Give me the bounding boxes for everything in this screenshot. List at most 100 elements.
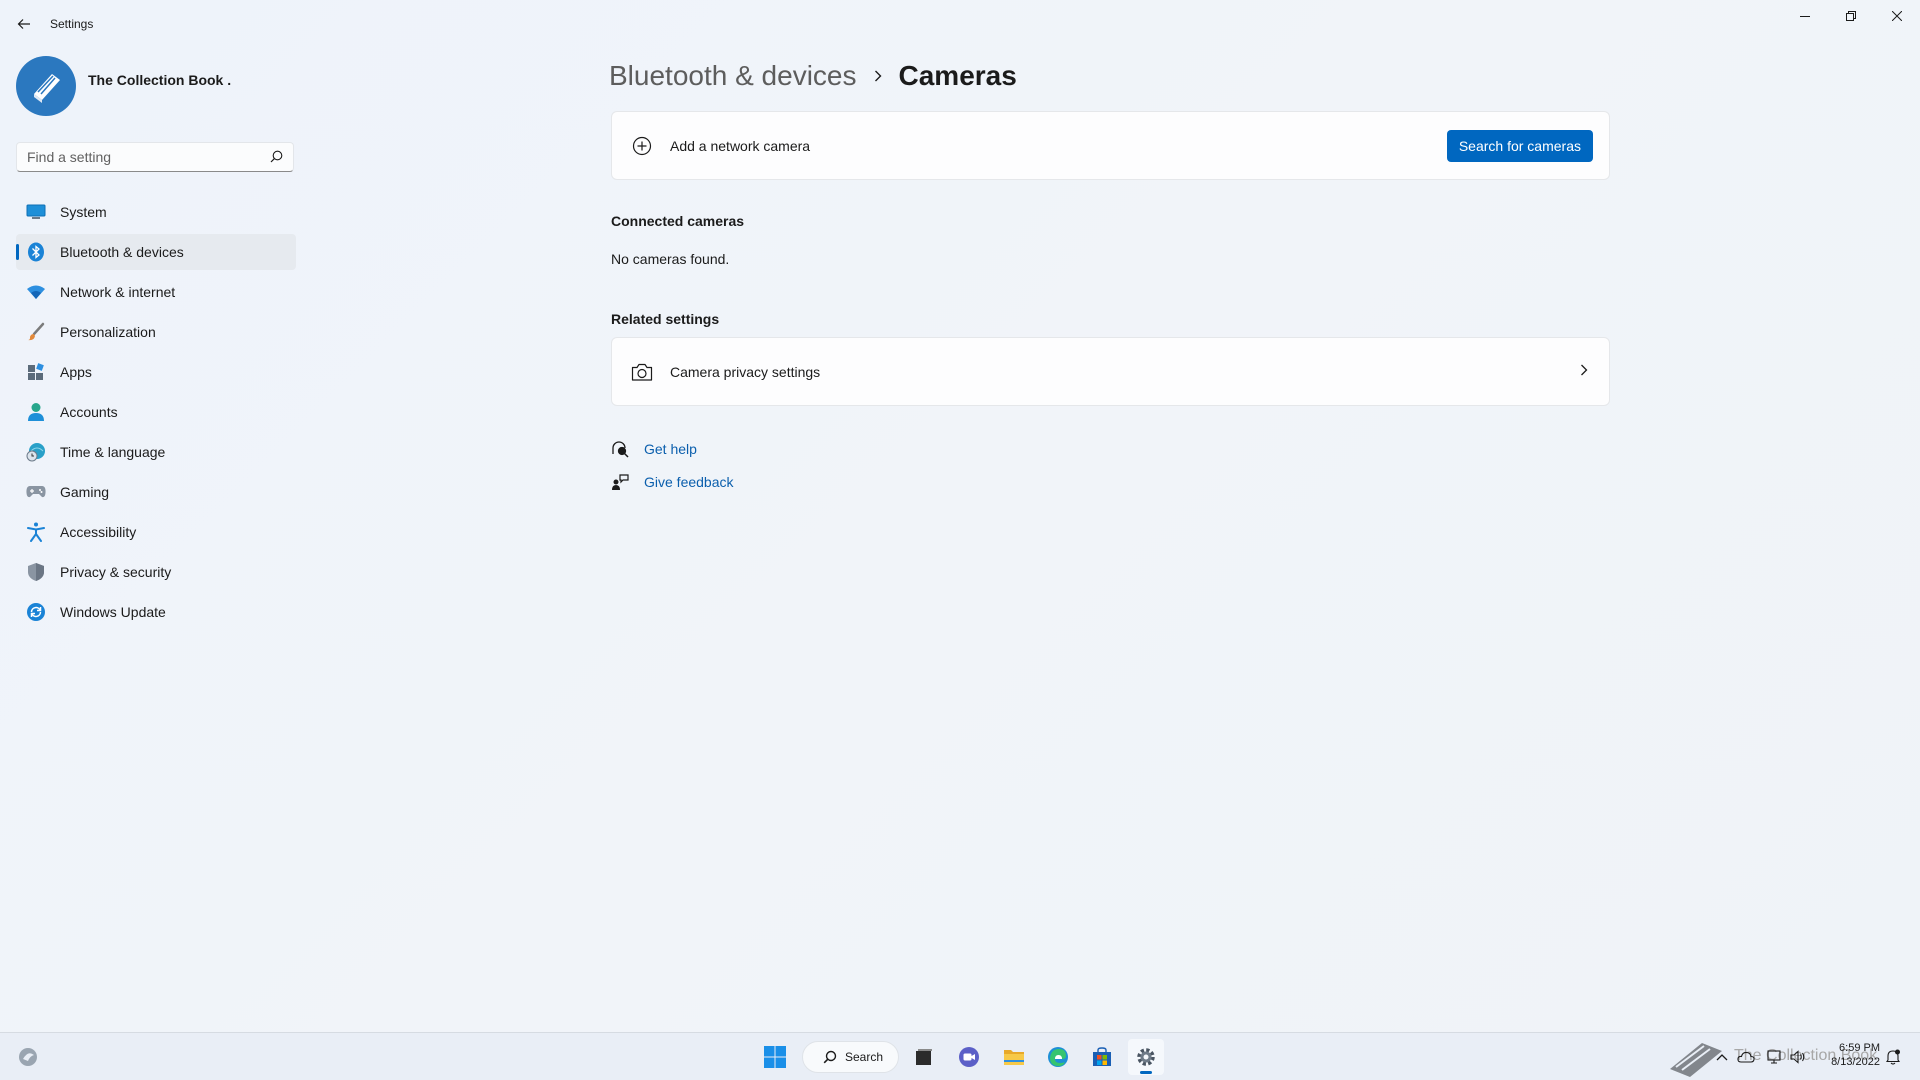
accessibility-icon [26,522,46,542]
sidebar-item-label: Personalization [60,324,156,340]
sidebar-item-network-internet[interactable]: Network & internet [16,274,296,310]
chevron-right-icon [873,69,883,83]
start-button[interactable] [757,1039,793,1075]
sidebar-item-label: Network & internet [60,284,176,300]
camera-privacy-settings-label: Camera privacy settings [670,363,821,380]
sidebar-item-windows-update[interactable]: Windows Update [16,594,296,630]
sidebar-item-personalization[interactable]: Personalization [16,314,296,350]
sidebar-item-accounts[interactable]: Accounts [16,394,296,430]
add-network-camera-card: Add a network camera Search for cameras [611,111,1610,180]
cloud-icon [1737,1051,1755,1063]
sidebar-item-time-language[interactable]: Time & language [16,434,296,470]
help-icon [611,440,629,458]
onedrive-button[interactable] [1736,1047,1756,1067]
chat-button[interactable] [951,1039,987,1075]
sidebar-item-label: Bluetooth & devices [60,244,184,260]
chevron-up-icon [1716,1054,1728,1061]
notification-bell-icon [1886,1049,1900,1065]
sidebar-item-system[interactable]: System [16,194,296,230]
minimize-icon [1800,16,1810,17]
sidebar-nav: System Bluetooth & devices Network & int… [16,194,296,634]
app-title: Settings [50,17,94,31]
sidebar-item-label: Accounts [60,404,118,420]
start-icon [764,1046,786,1068]
file-explorer-button[interactable] [996,1039,1032,1075]
globe-clock-icon [26,442,46,462]
brush-icon [26,322,46,342]
bluetooth-icon [26,242,46,262]
search-icon [823,1050,837,1064]
camera-icon [630,360,654,384]
profile-name: The Collection Book . [88,72,232,88]
settings-icon [1137,1048,1155,1066]
camera-privacy-settings-link[interactable]: Camera privacy settings [611,337,1610,406]
shield-icon [26,562,46,582]
sidebar-item-label: System [60,204,107,220]
volume-button[interactable] [1788,1047,1808,1067]
page-title: Cameras [898,60,1017,91]
taskbar-search-label: Search [845,1050,884,1064]
clock-date: 8/13/2022 [1831,1056,1880,1068]
connected-cameras-heading: Connected cameras [611,213,745,229]
task-view-button[interactable] [906,1039,942,1075]
search-box[interactable] [16,142,294,172]
clock[interactable]: 6:59 PM 8/13/2022 [1831,1041,1880,1069]
back-button[interactable] [12,12,36,36]
taskbar: Search The Collection Book 6:59 PM 8/13/… [0,1032,1920,1080]
give-feedback-link[interactable]: Give feedback [611,471,734,493]
update-icon [26,602,46,622]
search-icon[interactable] [270,150,283,168]
notifications-button[interactable] [1883,1047,1903,1067]
widgets-icon [19,1048,37,1066]
get-help-label: Get help [644,441,697,457]
sidebar-item-label: Privacy & security [60,564,172,580]
monitor-icon [26,202,46,222]
settings-taskbar-button[interactable] [1128,1039,1164,1075]
volume-icon [1790,1050,1805,1064]
no-cameras-text: No cameras found. [611,251,730,267]
widgets-button[interactable] [10,1039,46,1075]
avatar[interactable] [16,56,76,116]
sidebar-item-bluetooth-devices[interactable]: Bluetooth & devices [16,234,296,270]
feedback-icon [611,473,629,491]
sidebar-item-label: Accessibility [60,524,137,540]
sidebar-item-label: Apps [60,364,92,380]
give-feedback-label: Give feedback [644,474,734,490]
person-icon [26,402,46,422]
chevron-right-icon [1579,363,1589,382]
sidebar-item-gaming[interactable]: Gaming [16,474,296,510]
search-input[interactable] [17,143,267,171]
apps-icon [26,362,46,382]
close-button[interactable] [1874,0,1920,32]
sidebar-item-privacy-security[interactable]: Privacy & security [16,554,296,590]
taskbar-search-button[interactable]: Search [802,1041,899,1073]
add-network-camera-label: Add a network camera [670,137,811,154]
breadcrumb-parent-link[interactable]: Bluetooth & devices [609,60,857,92]
sidebar-item-label: Windows Update [60,604,166,620]
sidebar-item-apps[interactable]: Apps [16,354,296,390]
network-icon [1767,1050,1781,1064]
task-view-icon [916,1049,932,1065]
get-help-link[interactable]: Get help [611,438,697,460]
file-explorer-icon [1004,1050,1024,1065]
show-hidden-icons-button[interactable] [1712,1047,1732,1067]
close-icon [1892,11,1902,21]
minimize-button[interactable] [1782,0,1828,32]
title-bar: Settings [0,0,1920,48]
restore-icon [1846,11,1856,21]
edge-icon [1048,1047,1068,1067]
restore-button[interactable] [1828,0,1874,32]
back-arrow-icon [17,19,30,29]
breadcrumb: Bluetooth & devices Cameras [609,56,1017,96]
network-status-button[interactable] [1764,1047,1784,1067]
wifi-icon [26,282,46,302]
edge-button[interactable] [1040,1039,1076,1075]
sidebar-item-accessibility[interactable]: Accessibility [16,514,296,550]
search-for-cameras-button[interactable]: Search for cameras [1446,130,1593,162]
sidebar-item-label: Time & language [60,444,166,460]
sidebar-item-label: Gaming [60,484,110,500]
book-icon [34,74,60,103]
related-settings-heading: Related settings [611,311,720,327]
add-circle-icon [630,134,654,158]
store-button[interactable] [1084,1039,1120,1075]
